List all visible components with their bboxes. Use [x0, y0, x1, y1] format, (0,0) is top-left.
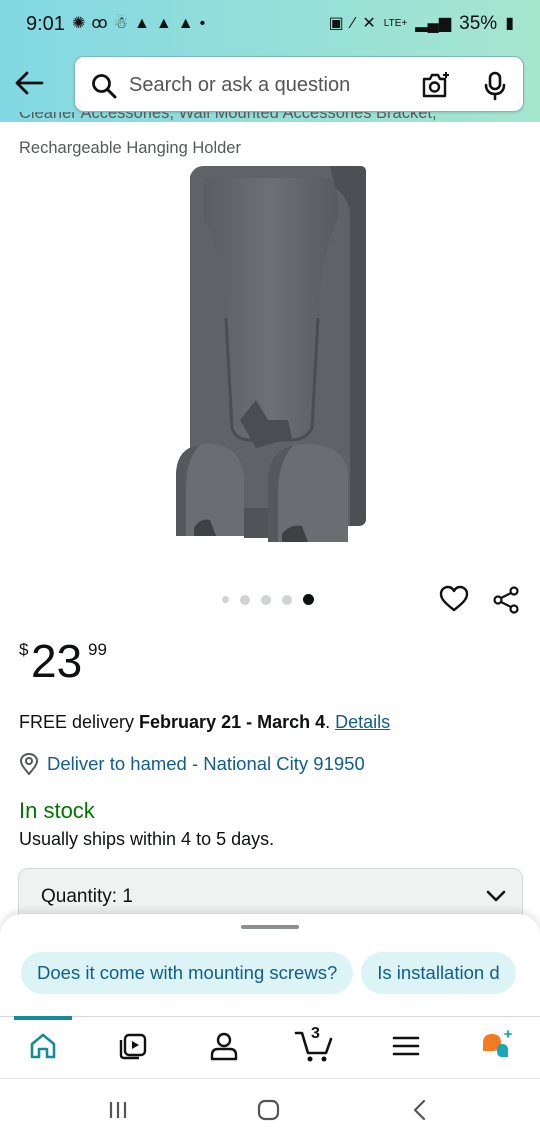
product-title: Cleaner Accessories, Wall Mounted Access… [19, 112, 524, 160]
voicemail-icon: ꝏ [91, 15, 108, 32]
camera-search-icon[interactable] [421, 71, 451, 99]
delivery-suffix: . [325, 712, 336, 732]
quantity-value: 1 [122, 886, 133, 907]
rufus-icon[interactable] [480, 1029, 514, 1061]
delivery-details-link[interactable]: Details [335, 712, 390, 732]
price-symbol: $ [19, 640, 29, 659]
system-nav-bar [0, 1078, 540, 1140]
search-input[interactable] [129, 69, 409, 101]
sync-icon: ✺ [72, 15, 86, 32]
app-notification-icon: ☃ [113, 15, 129, 32]
price-whole: 23 [31, 635, 83, 687]
question-chips: Does it come with mounting screws? Is in… [21, 952, 516, 994]
heart-icon[interactable] [439, 585, 469, 613]
product-title-line: Cleaner Accessories, Wall Mounted Access… [19, 112, 437, 122]
back-nav-icon[interactable] [411, 1099, 429, 1121]
recent-apps-icon[interactable] [107, 1099, 129, 1121]
chevron-down-icon [486, 890, 506, 902]
search-bar[interactable] [74, 56, 524, 112]
delivery-dates: February 21 - March 4 [139, 712, 326, 732]
delivery-prefix: FREE delivery [19, 712, 140, 732]
alert-icon: ▲ [155, 15, 172, 32]
home-button-icon[interactable] [257, 1099, 281, 1121]
lock-icon: ▣ [328, 15, 344, 32]
product-title-line: Rechargeable Hanging Holder [19, 139, 241, 157]
shipping-note: Usually ships within 4 to 5 days. [19, 829, 275, 849]
product-image[interactable] [160, 158, 380, 553]
deliver-to-text: Deliver to hamed - National City 91950 [47, 753, 365, 774]
bottom-nav: 3 [0, 1016, 540, 1078]
carousel-dot[interactable] [261, 594, 271, 605]
more-notifications-icon: • [199, 15, 206, 32]
quantity-label: Quantity: 1 [41, 886, 133, 907]
signal-icon: ▂▄▆ [415, 15, 452, 32]
status-bar: 9:01 ✺ ꝏ ☃ ▲ ▲ ▲ • ▣ ⁄ ✕ LTE+ ▂▄▆ 35% ▮ [0, 0, 540, 50]
system-icons: ▣ ⁄ ✕ LTE+ ▂▄▆ 35% ▮ [329, 13, 514, 35]
carousel-dot[interactable] [222, 596, 229, 603]
questions-sheet: Does it come with mounting screws? Is in… [0, 914, 540, 1018]
price-fraction: 99 [88, 640, 107, 659]
drag-handle[interactable] [241, 925, 299, 929]
cart-count: 3 [311, 1025, 320, 1042]
location-pin-icon [19, 753, 39, 775]
carousel-dot[interactable] [282, 594, 292, 605]
share-icon[interactable] [492, 586, 522, 614]
account-icon[interactable] [209, 1031, 239, 1061]
alert-icon: ▲ [134, 15, 150, 32]
arrow-left-icon [15, 71, 44, 95]
battery-percent: 35% [459, 13, 498, 34]
question-chip[interactable]: Is installation d [361, 952, 516, 994]
battery-icon: ▮ [505, 15, 514, 32]
microphone-icon[interactable] [483, 71, 507, 101]
home-icon[interactable] [28, 1031, 58, 1061]
status-time: 9:01 [26, 13, 65, 35]
deliver-to-link[interactable]: Deliver to hamed - National City 91950 [19, 753, 365, 775]
image-carousel-dots[interactable] [222, 594, 314, 605]
mute-icon: ✕ [362, 15, 376, 32]
question-chip[interactable]: Does it come with mounting screws? [21, 952, 354, 994]
delivery-info: FREE delivery February 21 - March 4. Det… [19, 711, 390, 733]
active-tab-indicator [14, 1016, 72, 1020]
menu-icon[interactable] [392, 1031, 420, 1061]
notification-icons: ✺ ꝏ ☃ ▲ ▲ ▲ • [72, 14, 205, 34]
carousel-dot[interactable] [240, 594, 250, 605]
pen-icon: ⁄ [351, 15, 355, 32]
alert-icon: ▲ [177, 15, 194, 32]
search-icon [92, 74, 117, 99]
stock-status: In stock [19, 798, 95, 823]
back-button[interactable] [14, 70, 46, 98]
carousel-dot-active[interactable] [303, 594, 314, 605]
cart-button[interactable]: 3 [294, 1025, 334, 1063]
video-icon[interactable] [118, 1031, 148, 1061]
app-header: 9:01 ✺ ꝏ ☃ ▲ ▲ ▲ • ▣ ⁄ ✕ LTE+ ▂▄▆ 35% ▮ [0, 0, 540, 122]
network-type: LTE+ [383, 18, 408, 29]
